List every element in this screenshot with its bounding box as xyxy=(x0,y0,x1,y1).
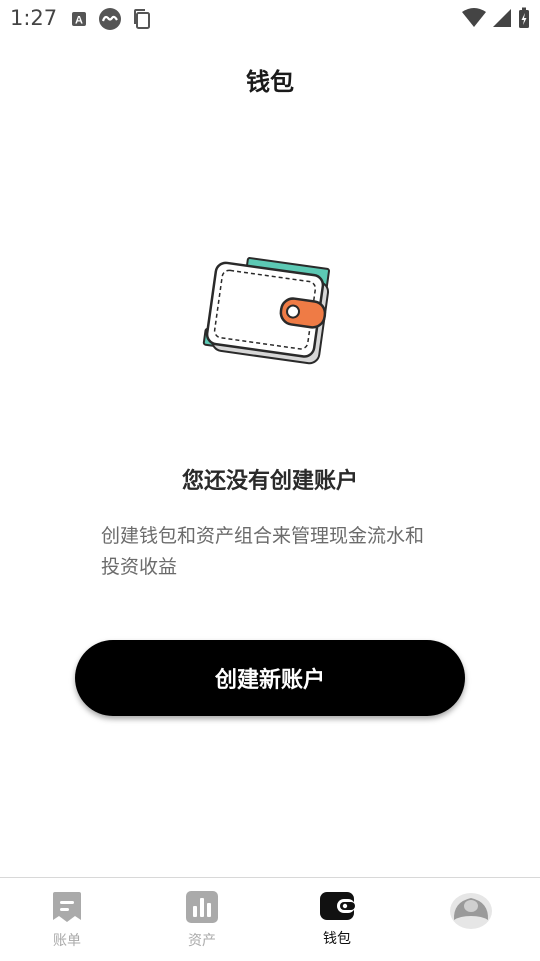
wifi-icon xyxy=(462,8,486,28)
nav-item-bills[interactable]: 账单 xyxy=(22,890,112,958)
nav-label-wallet: 钱包 xyxy=(323,931,351,947)
nav-label-assets: 资产 xyxy=(188,933,216,949)
create-account-button[interactable]: 创建新账户 xyxy=(75,640,465,716)
a-notification-icon: A xyxy=(70,7,88,31)
copy-notification-icon xyxy=(132,7,152,31)
nav-label-bills: 账单 xyxy=(53,933,81,949)
nav-item-assets[interactable]: 资产 xyxy=(157,890,247,958)
bar-chart-icon xyxy=(185,890,219,924)
profile-icon xyxy=(448,890,494,930)
bottom-nav: 账单 资产 钱包 xyxy=(0,877,540,961)
wallet-icon xyxy=(319,890,355,922)
empty-state-description-line-1: 创建钱包和资产组合来管理现金流水和 xyxy=(101,525,425,547)
empty-state-description: 创建钱包和资产组合来管理现金流水和 投资收益 xyxy=(101,521,451,583)
wallet-icon xyxy=(200,255,335,380)
battery-charging-icon xyxy=(518,7,530,29)
page-title: 钱包 xyxy=(246,68,294,96)
empty-state-title: 您还没有创建账户 xyxy=(181,469,358,494)
link-notification-icon xyxy=(98,7,122,31)
svg-text:A: A xyxy=(75,15,83,27)
empty-state-description-line-2: 投资收益 xyxy=(101,556,178,578)
status-time: 1:27 xyxy=(10,6,58,30)
nav-item-wallet[interactable]: 钱包 xyxy=(292,890,382,958)
nav-item-profile[interactable] xyxy=(426,890,516,958)
cell-signal-icon xyxy=(492,8,512,28)
bill-icon xyxy=(51,890,83,924)
status-bar: 1:27 A xyxy=(0,0,540,36)
